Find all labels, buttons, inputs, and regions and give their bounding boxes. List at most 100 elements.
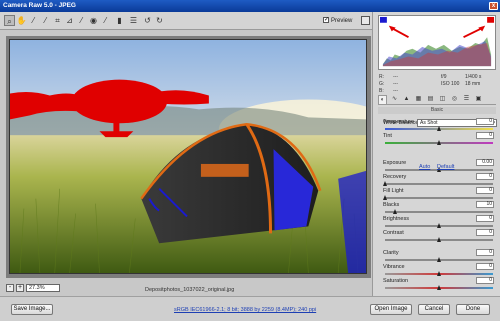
zoom-level-select[interactable]: 27.3% (26, 284, 60, 292)
highlight-clipping-warning[interactable] (487, 16, 495, 23)
recovery-track[interactable] (385, 183, 493, 185)
window-title: Camera Raw 5.0 - JPEG (3, 2, 76, 9)
contrast-slider[interactable]: Contrast 0 (383, 229, 495, 244)
graduated-filter-icon[interactable]: ▮ (114, 15, 125, 26)
fill-light-handle[interactable] (382, 195, 387, 200)
tint-handle[interactable] (436, 140, 441, 145)
lens-tab-icon[interactable]: ◫ (438, 95, 447, 104)
pixel-info: R: --- f/9 1/400 s G: --- ISO 100 18 mm … (379, 74, 497, 95)
brightness-slider[interactable]: Brightness 0 (383, 215, 495, 230)
fill-light-slider[interactable]: Fill Light 0 (382, 187, 495, 202)
zoom-in-button[interactable]: + (16, 284, 24, 292)
fill-light-value[interactable]: 0 (476, 187, 494, 194)
auto-link[interactable]: Auto (419, 164, 430, 170)
footer-bar: Save Image... sRGB IEC61966-2.1; 8 bit; … (0, 296, 500, 321)
tint-slider[interactable]: Tint 0 (383, 132, 495, 147)
tint-label: Tint (383, 133, 392, 139)
workflow-options-link[interactable]: sRGB IEC61966-2.1; 8 bit; 3888 by 2259 (… (174, 307, 316, 313)
iso-value: ISO 100 (441, 81, 460, 87)
brightness-handle[interactable] (436, 223, 441, 228)
panel-tabs: ◐ ∿ ▲ ▦ ▤ ◫ ◎ ☰ ▣ (378, 95, 496, 105)
zoom-icon[interactable]: ⌕ (4, 15, 15, 26)
b-label: B: (379, 88, 384, 94)
split-toning-tab-icon[interactable]: ▤ (426, 95, 435, 104)
preview-checkbox[interactable] (323, 15, 329, 25)
contrast-handle[interactable] (436, 237, 441, 242)
recovery-handle[interactable] (382, 181, 387, 186)
white-balance-icon[interactable]: ⁄ (28, 15, 39, 26)
clarity-label: Clarity (383, 250, 399, 256)
temperature-slider[interactable]: Temperature 0 (383, 118, 495, 133)
fill-light-label: Fill Light (383, 188, 404, 194)
adjustment-brush-icon[interactable]: ⁄ (100, 15, 111, 26)
blacks-track[interactable] (385, 211, 493, 213)
open-image-button[interactable]: Open Image (370, 304, 412, 315)
exposure-value[interactable]: 0.00 (476, 159, 494, 166)
basic-tab-icon[interactable]: ◐ (378, 95, 387, 104)
presets-tab-icon[interactable]: ☰ (462, 95, 471, 104)
save-image-button[interactable]: Save Image... (11, 304, 53, 315)
saturation-value[interactable]: 0 (476, 277, 494, 284)
fill-light-track[interactable] (385, 197, 493, 199)
clarity-slider[interactable]: Clarity 0 (383, 249, 495, 264)
g-value: --- (393, 81, 398, 87)
camera-calibration-tab-icon[interactable]: ◎ (450, 95, 459, 104)
done-button[interactable]: Done (456, 304, 490, 315)
histogram (378, 15, 496, 70)
tool-bar: Preview ⌕✋⁄⁄⌗⊿⁄◉⁄▮☰↺↻ (0, 12, 372, 30)
default-link[interactable]: Default (437, 164, 454, 170)
vibrance-slider[interactable]: Vibrance 0 (383, 263, 495, 278)
exposure-label: Exposure (383, 160, 407, 166)
preview-toggle[interactable]: Preview (323, 15, 353, 26)
fullscreen-icon[interactable] (361, 16, 370, 25)
g-label: G: (379, 81, 385, 87)
vibrance-value[interactable]: 0 (476, 263, 494, 270)
snapshots-tab-icon[interactable]: ▣ (474, 95, 483, 104)
hand-icon[interactable]: ✋ (16, 15, 27, 26)
preview-image (9, 39, 367, 274)
adjustments-panel: R: --- f/9 1/400 s G: --- ISO 100 18 mm … (372, 12, 500, 296)
detail-tab-icon[interactable]: ▲ (402, 95, 411, 104)
focal-length-value: 18 mm (465, 81, 481, 87)
saturation-slider[interactable]: Saturation 0 (383, 277, 495, 292)
contrast-label: Contrast (383, 230, 404, 236)
recovery-slider[interactable]: Recovery 0 (382, 173, 495, 188)
recovery-value[interactable]: 0 (476, 173, 494, 180)
blacks-handle[interactable] (393, 209, 398, 214)
b-value: --- (393, 88, 398, 94)
hsl-tab-icon[interactable]: ▦ (414, 95, 423, 104)
r-value: --- (393, 74, 398, 80)
vibrance-handle[interactable] (436, 271, 441, 276)
window-title-bar: Camera Raw 5.0 - JPEG x (0, 0, 500, 12)
tint-value[interactable]: 0 (476, 132, 494, 139)
shutter-value: 1/400 s (465, 74, 482, 80)
blacks-label: Blacks (383, 202, 400, 208)
preview-label: Preview (331, 18, 353, 24)
saturation-handle[interactable] (436, 285, 441, 290)
clarity-handle[interactable] (436, 257, 441, 262)
preferences-icon[interactable]: ☰ (128, 15, 139, 26)
temperature-label: Temperature (383, 119, 414, 125)
cancel-button[interactable]: Cancel (418, 304, 450, 315)
rotate-ccw-icon[interactable]: ↺ (142, 15, 153, 26)
blacks-value[interactable]: 10 (476, 201, 494, 208)
shadow-clipping-warning[interactable] (379, 16, 387, 23)
straighten-icon[interactable]: ⊿ (64, 15, 75, 26)
temperature-value[interactable]: 0 (476, 118, 494, 125)
basic-section-title: Basic (378, 107, 496, 114)
r-label: R: (379, 74, 384, 80)
rotate-cw-icon[interactable]: ↻ (154, 15, 165, 26)
blacks-slider[interactable]: Blacks 10 (383, 201, 495, 216)
crop-icon[interactable]: ⌗ (52, 15, 63, 26)
brightness-label: Brightness (383, 216, 409, 222)
tone-curve-tab-icon[interactable]: ∿ (390, 95, 399, 104)
color-sampler-icon[interactable]: ⁄ (40, 15, 51, 26)
zoom-out-button[interactable]: - (6, 284, 14, 292)
close-window-button[interactable]: x (489, 2, 498, 10)
contrast-value[interactable]: 0 (476, 229, 494, 236)
red-eye-icon[interactable]: ◉ (88, 15, 99, 26)
temperature-handle[interactable] (436, 126, 441, 131)
retouch-icon[interactable]: ⁄ (76, 15, 87, 26)
clarity-value[interactable]: 0 (476, 249, 494, 256)
brightness-value[interactable]: 0 (476, 215, 494, 222)
